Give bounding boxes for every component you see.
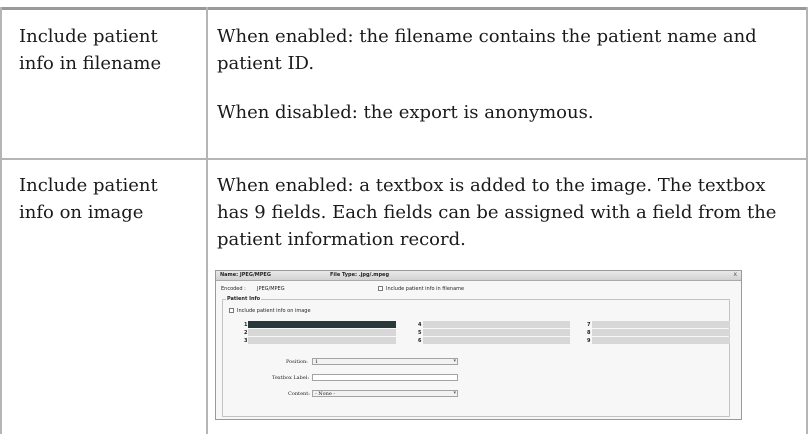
field-slot-8[interactable] [592,329,730,336]
row-divider [0,158,808,160]
dialog-title-bar: Name: JPEG/MPEG File Type: .jpg/.mpeg x [216,271,741,281]
field-number-2: 2 [244,330,248,336]
field-slot-3[interactable] [248,337,396,344]
desc-filename-disabled: When disabled: the export is anonymous. [217,102,594,123]
field-slot-1[interactable] [248,321,396,328]
field-slot-2[interactable] [248,329,396,336]
setting-name-image: Include patient info on image [19,175,158,223]
field-number-4: 4 [418,322,422,328]
patient-info-title: Patient Info [226,296,262,302]
desc-image-enabled: When enabled: a textbox is added to the … [217,175,777,250]
include-filename-checkbox[interactable] [378,286,383,291]
field-number-3: 3 [244,338,248,344]
field-number-7: 7 [587,322,591,328]
column-divider [206,7,208,434]
field-slot-6[interactable] [423,337,570,344]
field-number-5: 5 [418,330,422,336]
field-slot-5[interactable] [423,329,570,336]
table-top-border [0,7,808,10]
encoded-value: JPEG/MPEG [257,286,285,292]
field-slot-4[interactable] [423,321,570,328]
field-slot-9[interactable] [592,337,730,344]
field-number-1: 1 [244,322,248,328]
include-filename-label: Include patient info in filename [386,286,465,292]
table-left-border [0,7,2,434]
field-number-9: 9 [587,338,591,344]
field-number-8: 8 [587,330,591,336]
desc-filename-enabled: When enabled: the filename contains the … [217,26,757,74]
dialog-title-name: Name: JPEG/MPEG [220,272,271,278]
include-image-label: Include patient info on image [237,308,311,314]
encoded-label: Encoded : [221,286,246,292]
settings-table: Include patient info in filename When en… [0,0,808,434]
dialog-title-filetype: File Type: .jpg/.mpeg [330,272,390,278]
dialog-lower-area [215,346,742,416]
setting-name-filename: Include patient info in filename [19,26,162,74]
field-slot-7[interactable] [592,321,730,328]
close-icon[interactable]: x [733,272,737,278]
field-number-6: 6 [418,338,422,344]
include-image-checkbox[interactable] [229,308,234,313]
